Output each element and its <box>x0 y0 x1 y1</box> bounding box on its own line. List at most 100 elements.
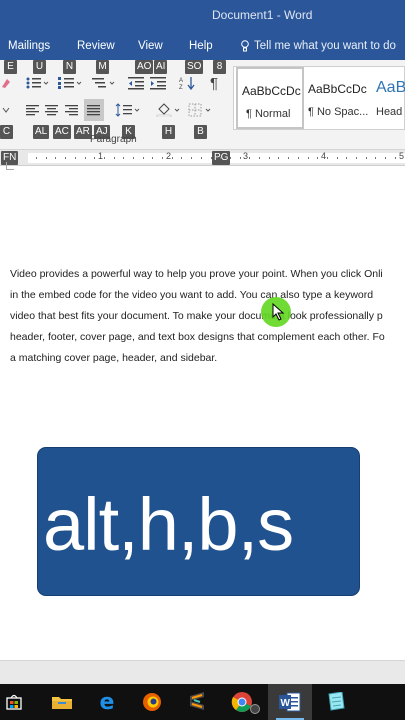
borders-button[interactable] <box>187 101 215 119</box>
sort-button[interactable]: AZ <box>178 74 198 92</box>
text-line: a matching cover page, header, and sideb… <box>10 352 218 364</box>
keytip-al: AL <box>33 125 50 139</box>
ruler-tick <box>104 157 105 159</box>
ruler-tick <box>133 157 134 159</box>
tab-review[interactable]: Review <box>77 40 115 52</box>
text-line: Video provides a powerful way to help yo… <box>10 268 383 280</box>
keytip-m: M <box>96 60 109 74</box>
ruler-tick <box>162 157 163 159</box>
ruler-tick <box>65 157 66 159</box>
word-icon[interactable]: W <box>268 684 312 720</box>
line-spacing-icon <box>115 103 140 117</box>
show-marks-button[interactable]: ¶ <box>205 74 223 92</box>
windows-store-icon[interactable] <box>0 684 36 720</box>
ruler-tick <box>85 157 86 159</box>
ruler-tick <box>337 157 338 159</box>
horizontal-ruler[interactable]: FN PG 1 2 3 4 5 <box>0 150 405 166</box>
ruler-number: 2 <box>166 151 172 161</box>
window-title: Document1 - Word <box>212 8 313 22</box>
chrome-profile-badge <box>250 704 260 714</box>
ruler-tick <box>259 157 260 159</box>
ruler-tick <box>375 157 376 159</box>
keytip-c: C <box>0 125 13 139</box>
style-sample: AaBbCcDc <box>242 84 301 98</box>
align-left-icon <box>26 105 39 116</box>
align-left-button[interactable] <box>24 101 42 119</box>
style-normal[interactable]: AaBbCcDc ¶ Normal <box>236 67 304 129</box>
ruler-tick <box>230 157 231 159</box>
keytip-ac: AC <box>53 125 71 139</box>
justify-icon <box>87 105 100 116</box>
clear-format-icon[interactable] <box>0 74 12 92</box>
decrease-indent-button[interactable] <box>126 74 146 92</box>
style-name: ¶ No Spac... <box>308 106 369 118</box>
sublime-icon[interactable] <box>175 684 219 720</box>
ruler-tick <box>36 157 37 159</box>
ruler-tick <box>249 157 250 159</box>
shortcut-keys-text: alt,h,b,s <box>43 483 294 566</box>
keytip-8: 8 <box>213 60 226 74</box>
file-explorer-icon[interactable] <box>40 684 84 720</box>
style-sample: AaB <box>376 79 405 96</box>
tab-mailings[interactable]: Mailings <box>8 40 50 52</box>
keytip-e: E <box>4 60 17 74</box>
tab-help[interactable]: Help <box>189 40 213 52</box>
shading-button[interactable] <box>155 101 183 119</box>
svg-text:A: A <box>179 78 183 84</box>
align-right-button[interactable] <box>63 101 81 119</box>
chevron-down-icon[interactable] <box>0 101 12 119</box>
ruler-tick <box>269 157 270 159</box>
ruler-tick <box>366 157 367 159</box>
chrome-icon[interactable] <box>220 684 264 720</box>
title-bar: Document1 - Word <box>0 0 405 32</box>
shortcut-overlay: alt,h,b,s <box>37 447 360 596</box>
lightbulb-icon <box>241 40 249 52</box>
numbering-button[interactable] <box>56 74 84 92</box>
justify-button[interactable] <box>84 99 104 121</box>
align-center-icon <box>45 105 58 116</box>
notepad-icon[interactable] <box>314 684 358 720</box>
ruler-tick <box>55 157 56 159</box>
ruler-tick <box>298 157 299 159</box>
tab-view[interactable]: View <box>138 40 163 52</box>
ruler-number: 4 <box>321 151 327 161</box>
ruler-tick <box>356 157 357 159</box>
ruler-tick <box>317 157 318 159</box>
ruler-tick <box>308 157 309 159</box>
styles-gallery: AaBbCcDc ¶ Normal AaBbCcDc ¶ No Spac... … <box>233 66 405 130</box>
bullets-button[interactable] <box>24 74 50 92</box>
line-spacing-button[interactable] <box>114 101 142 119</box>
borders-icon <box>188 103 211 117</box>
ruler-tick <box>201 157 202 159</box>
paint-bucket-icon <box>156 103 180 117</box>
ruler-tick <box>123 157 124 159</box>
keytip-n: N <box>63 60 76 74</box>
ruler-tick <box>288 157 289 159</box>
style-no-spacing[interactable]: AaBbCcDc ¶ No Spac... <box>304 67 372 129</box>
ruler-number: 5 <box>399 151 405 161</box>
ruler-tick <box>240 157 241 159</box>
text-line: header, footer, cover page, and text box… <box>10 331 385 343</box>
multilevel-list-icon <box>92 78 115 88</box>
keytip-pg: PG <box>212 151 231 165</box>
multilevel-list-button[interactable] <box>90 74 118 92</box>
ribbon-tabs: Mailings Review View Help Tell me what y… <box>0 32 405 60</box>
ruler-tick <box>327 157 328 159</box>
ruler-tick <box>395 157 396 159</box>
firefox-icon[interactable] <box>130 684 174 720</box>
ruler-tick <box>278 157 279 159</box>
document-body-text[interactable]: Video provides a powerful way to help yo… <box>10 264 405 369</box>
increase-indent-icon <box>150 77 166 90</box>
keytip-u: U <box>33 60 46 74</box>
ruler-tick <box>143 157 144 159</box>
ruler-tick <box>46 157 47 159</box>
ruler-tick <box>211 157 212 159</box>
edge-icon[interactable]: e <box>85 684 129 720</box>
text-line: in the embed code for the video you want… <box>10 289 374 301</box>
align-center-button[interactable] <box>43 101 61 119</box>
ruler-tick <box>385 157 386 159</box>
bullets-icon <box>26 77 49 89</box>
style-heading[interactable]: AaB Head <box>372 67 405 129</box>
tell-me-search[interactable]: Tell me what you want to do <box>240 40 396 52</box>
increase-indent-button[interactable] <box>148 74 168 92</box>
